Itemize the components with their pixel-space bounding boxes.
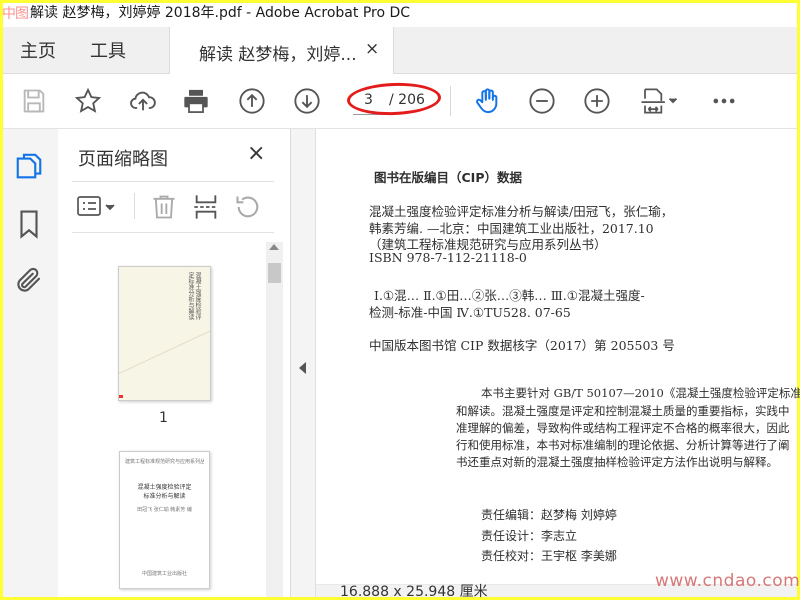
watermark-right: www.cndao.com xyxy=(655,571,800,591)
doc-line: 责任编辑：赵梦梅 刘婷婷 xyxy=(481,508,617,522)
tab-document[interactable]: 解读 赵梦梅，刘婷... × xyxy=(169,27,394,74)
doc-line: 行和使用标准，本书对标准编制的理论依据、分析计算等进行了阐 xyxy=(456,438,790,452)
navigation-rail xyxy=(3,129,59,597)
panel-divider-2 xyxy=(72,232,274,233)
tools-divider xyxy=(134,193,135,219)
attachment-icon[interactable] xyxy=(14,265,46,297)
page-size-readout: 16.888 x 25.948 厘米 xyxy=(340,584,488,600)
doc-line: 中国版本图书馆 CIP 数据核字（2017）第 205503 号 xyxy=(369,338,675,353)
tab-bar: 主页 工具 解读 赵梦梅，刘婷... × xyxy=(3,27,797,74)
scroll-up-arrow[interactable] xyxy=(269,244,279,250)
more-icon[interactable] xyxy=(707,84,741,118)
save-icon[interactable] xyxy=(17,84,51,118)
bookmark-icon[interactable] xyxy=(14,209,46,241)
doc-line: 本书主要针对 GB/T 50107—2010《混凝土强度检验评定标准 xyxy=(481,386,800,400)
page-thumbnail-2[interactable]: 建筑工程标准规范研究与应用系列丛书 混凝土强度检验评定 标准分析与解读 田冠飞 … xyxy=(119,451,210,589)
delete-page-icon[interactable] xyxy=(150,193,178,221)
thumb2-series: 建筑工程标准规范研究与应用系列丛书 xyxy=(125,459,204,465)
toolbar-divider xyxy=(450,86,451,116)
cover-red-mark xyxy=(119,395,123,398)
cover-diagonal-line xyxy=(119,328,210,377)
document-viewer: 图书在版编目（CIP）数据 混凝土强度检验评定标准分析与解读/田冠飞，张仁瑜， … xyxy=(316,129,800,600)
panel-divider xyxy=(72,181,274,182)
thumbnail-panel: 页面缩略图 × 混凝土强度检验评定标准分析与解读 1 建筑工程标准规范研究与应用… xyxy=(58,129,291,597)
doc-line: 准理解的偏差，导致构件或结构工程评定不合格的概率很大，因此 xyxy=(456,421,790,435)
collapse-arrow-icon[interactable] xyxy=(299,362,306,374)
thumb2-authors: 田冠飞 张仁瑜 韩素芳 编 xyxy=(137,507,192,513)
tab-home[interactable]: 主页 xyxy=(20,37,56,63)
scrollbar-thumb[interactable] xyxy=(268,263,281,283)
zoom-in-icon[interactable] xyxy=(580,84,614,118)
rotate-page-icon[interactable] xyxy=(234,193,262,221)
panel-collapse-bar[interactable] xyxy=(291,129,316,597)
page-thumbnail-1-label: 1 xyxy=(159,410,168,426)
page-fit-icon[interactable] xyxy=(635,84,683,118)
thumbnail-panel-title: 页面缩略图 xyxy=(78,149,168,170)
thumbnail-scrollbar[interactable] xyxy=(266,242,283,597)
hand-icon[interactable] xyxy=(470,84,504,118)
thumbnail-panel-close-icon[interactable]: × xyxy=(247,141,265,166)
window-titlebar: 解读 赵梦梅，刘婷婷 2018年.pdf - Adobe Acrobat Pro… xyxy=(3,3,797,27)
tab-document-label: 解读 赵梦梅，刘婷... xyxy=(199,45,357,65)
extract-page-icon[interactable] xyxy=(192,193,220,221)
tab-close-icon[interactable]: × xyxy=(365,39,379,59)
doc-line: 责任校对：王宇枢 李美娜 xyxy=(481,549,617,563)
tab-tools[interactable]: 工具 xyxy=(90,37,126,63)
thumb2-title-2: 标准分析与解读 xyxy=(143,493,186,500)
doc-line: 书还重点对新的混凝土强度抽样检验评定方法作出说明与解释。 xyxy=(456,455,778,469)
thumb2-publisher: 中国建筑工业出版社 xyxy=(141,571,187,577)
cover-vertical-title: 混凝土强度检验评定标准分析与解读 xyxy=(187,272,201,320)
arrow-up-icon[interactable] xyxy=(235,84,269,118)
star-icon[interactable] xyxy=(71,84,105,118)
document-page: 图书在版编目（CIP）数据 混凝土强度检验评定标准分析与解读/田冠飞，张仁瑜， … xyxy=(316,129,800,584)
doc-line: ISBN 978-7-112-21118-0 xyxy=(369,250,527,265)
doc-line: 和解读。混凝土强度是评定和控制混凝土质量的重要指标，实践中 xyxy=(456,404,790,418)
page-thumbnail-1[interactable]: 混凝土强度检验评定标准分析与解读 xyxy=(118,266,211,401)
doc-line: 检测-标准-中国 Ⅳ.①TU528. 07-65 xyxy=(369,305,571,320)
doc-line: 责任设计：李志立 xyxy=(481,529,578,543)
thumb2-title-1: 混凝土强度检验评定 xyxy=(137,484,192,491)
watermark-left: 中图 xyxy=(2,6,29,22)
print-icon[interactable] xyxy=(179,84,213,118)
main-toolbar: 3 / 206 xyxy=(3,74,797,129)
cloud-upload-icon[interactable] xyxy=(126,84,160,118)
thumbnail-options-icon[interactable] xyxy=(76,195,118,219)
page-thumbnails-icon[interactable] xyxy=(14,151,46,183)
window-title: 解读 赵梦梅，刘婷婷 2018年.pdf - Adobe Acrobat Pro… xyxy=(30,5,411,21)
cip-heading: 图书在版编目（CIP）数据 xyxy=(374,170,522,185)
arrow-down-icon[interactable] xyxy=(290,84,324,118)
zoom-out-icon[interactable] xyxy=(525,84,559,118)
